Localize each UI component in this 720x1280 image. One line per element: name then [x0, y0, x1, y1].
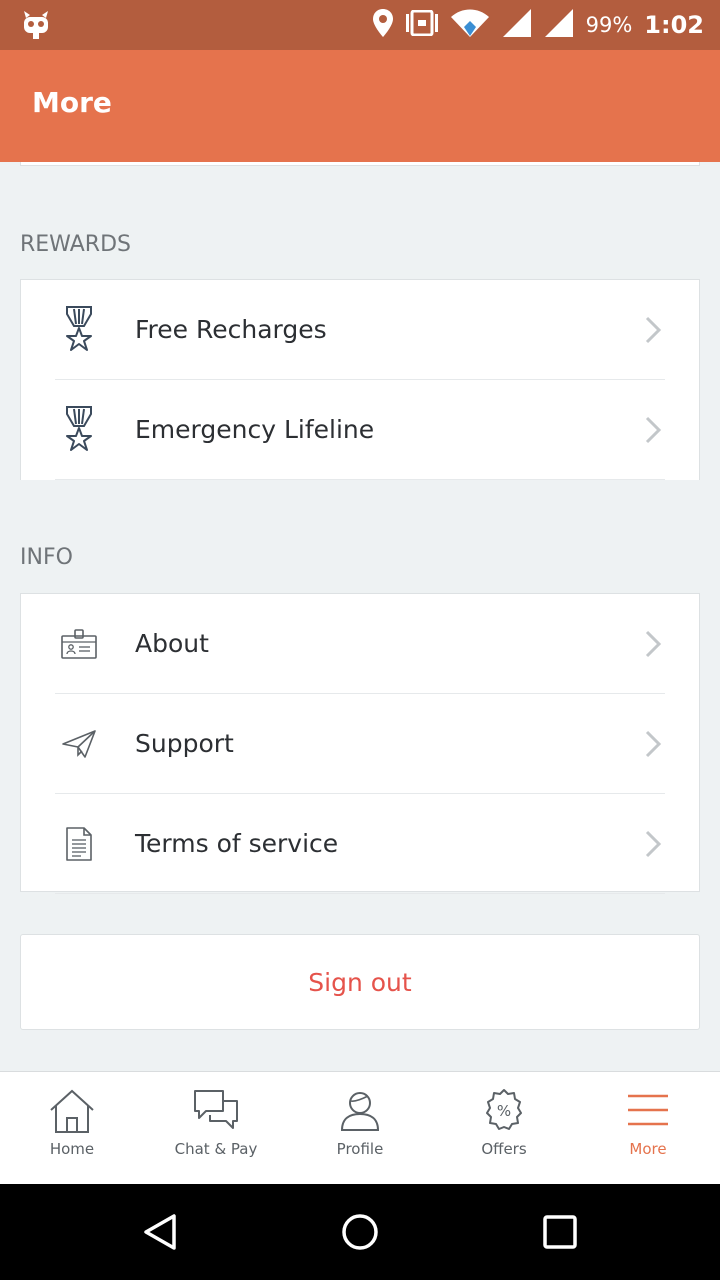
previous-card-edge: [20, 162, 700, 166]
clock: 1:02: [644, 11, 704, 39]
nav-profile[interactable]: Profile: [288, 1072, 432, 1185]
home-icon: [47, 1088, 97, 1134]
section-header-rewards: REWARDS: [20, 232, 131, 257]
nav-label: Home: [49, 1140, 95, 1158]
page-title: More: [32, 86, 112, 119]
home-circle-icon[interactable]: [336, 1208, 384, 1256]
bottom-navigation: Home Chat & Pay Profile % Offers More: [0, 1071, 720, 1184]
battery-level: 99%: [585, 13, 633, 37]
paper-plane-icon: [59, 720, 99, 768]
list-item-label: Emergency Lifeline: [135, 415, 375, 444]
chevron-right-icon: [643, 630, 663, 658]
chevron-right-icon: [643, 830, 663, 858]
nav-offers[interactable]: % Offers: [432, 1072, 576, 1185]
svg-text:%: %: [497, 1102, 511, 1120]
rewards-card: Free Recharges Emergency Lifeline: [20, 279, 700, 480]
nav-label: Profile: [336, 1140, 384, 1158]
cell-signal-icon: [544, 8, 574, 42]
chevron-right-icon: [643, 316, 663, 344]
chevron-right-icon: [643, 416, 663, 444]
list-item-terms-of-service[interactable]: Terms of service: [21, 794, 699, 894]
list-item-label: Terms of service: [135, 829, 339, 858]
nav-label: Chat & Pay: [174, 1140, 258, 1158]
list-item-label: About: [135, 629, 209, 658]
list-item-free-recharges[interactable]: Free Recharges: [21, 280, 699, 380]
info-card: About Support Terms of service: [20, 593, 700, 894]
cell-signal-icon: [502, 8, 532, 42]
app-bar: More: [0, 50, 720, 162]
nav-more[interactable]: More: [576, 1072, 720, 1185]
nav-home[interactable]: Home: [0, 1072, 144, 1185]
status-bar: 99% 1:02: [0, 0, 720, 50]
percent-badge-icon: %: [479, 1088, 529, 1134]
sign-out-button[interactable]: Sign out: [20, 934, 700, 1030]
section-header-info: INFO: [20, 545, 73, 570]
vibrate-icon: [405, 9, 438, 40]
chat-bubbles-icon: [191, 1088, 241, 1134]
divider: [55, 893, 665, 894]
list-item-support[interactable]: Support: [21, 694, 699, 794]
nav-chat-pay[interactable]: Chat & Pay: [144, 1072, 288, 1185]
nav-label: Offers: [481, 1140, 527, 1158]
list-item-label: Support: [135, 729, 234, 758]
location-icon: [372, 8, 394, 42]
list-item-emergency-lifeline[interactable]: Emergency Lifeline: [21, 380, 699, 480]
document-icon: [59, 820, 99, 868]
recents-square-icon[interactable]: [536, 1208, 584, 1256]
list-item-label: Free Recharges: [135, 315, 327, 344]
profile-icon: [335, 1088, 385, 1134]
medal-star-icon: [59, 406, 99, 454]
medal-star-icon: [59, 306, 99, 354]
back-icon[interactable]: [136, 1208, 184, 1256]
divider: [55, 479, 665, 480]
wifi-icon: [450, 8, 490, 42]
chevron-right-icon: [643, 730, 663, 758]
list-item-about[interactable]: About: [21, 594, 699, 694]
notification-robot-icon: [22, 10, 50, 44]
nav-label: More: [629, 1140, 667, 1158]
hamburger-menu-icon: [623, 1088, 673, 1134]
id-card-icon: [59, 620, 99, 668]
system-navigation-bar: [0, 1184, 720, 1280]
